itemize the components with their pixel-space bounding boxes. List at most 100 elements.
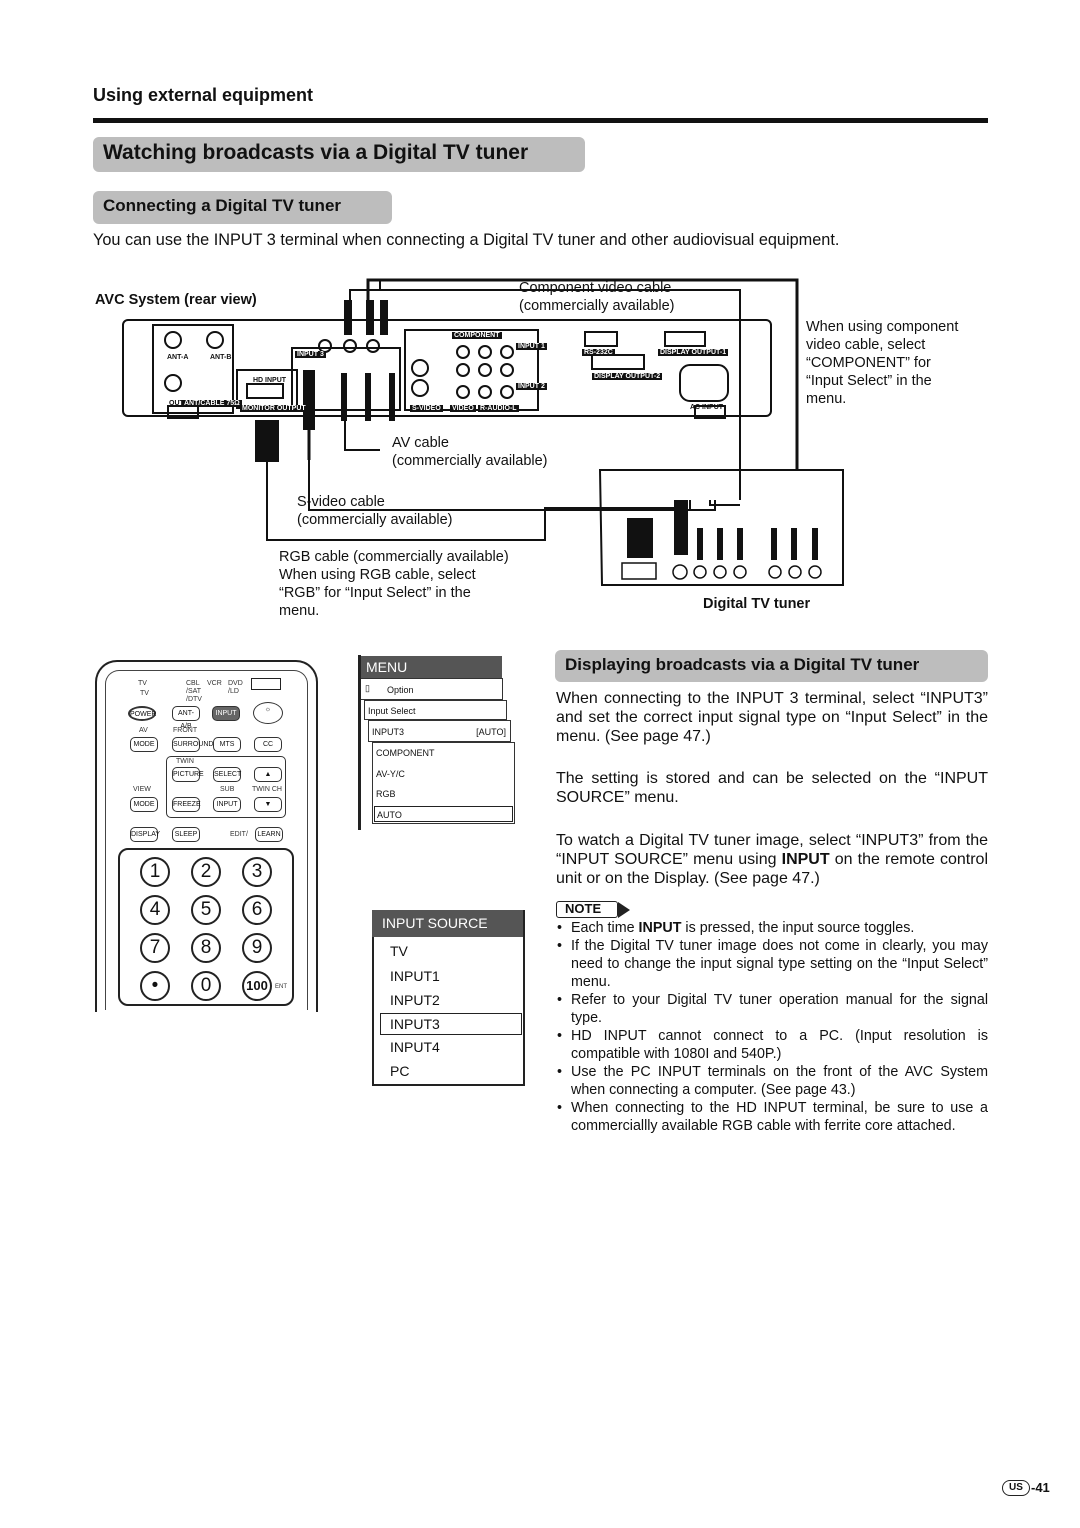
twinch-label: TWIN CH [252, 786, 282, 793]
twin-ch-up-button[interactable]: ▲ [254, 767, 282, 782]
picture-button[interactable]: PICTURE [172, 767, 204, 782]
input2-label: INPUT 2 [516, 383, 547, 390]
line: menu. [279, 603, 320, 619]
component-cable-label: Component video cable (commercially avail… [519, 279, 675, 315]
display-output2-label: DISPLAY OUTPUT-2 [592, 373, 663, 380]
digit-0[interactable]: 0 [191, 971, 221, 1001]
twin-ch-down-button[interactable]: ▼ [254, 797, 282, 812]
menu-input3[interactable]: INPUT3 [AUTO] [368, 720, 511, 742]
source-input3[interactable]: INPUT3 [380, 1012, 522, 1035]
line: “COMPONENT” for [806, 355, 931, 371]
source-tv[interactable]: TV [374, 939, 523, 964]
line: S-video cable [297, 494, 385, 510]
p3-bold: INPUT [781, 851, 830, 868]
page-title: Watching broadcasts via a Digital TV tun… [93, 137, 585, 172]
display-button[interactable]: DISPLAY [130, 827, 160, 842]
digit-4[interactable]: 4 [140, 895, 170, 925]
ant-cable-label: ANT/CABLE 75Ω [182, 400, 242, 407]
note-item: Each time INPUT is pressed, the input so… [555, 919, 988, 937]
digit-5[interactable]: 5 [191, 895, 221, 925]
menu-options-list: COMPONENT AV-Y/C RGB AUTO [372, 742, 515, 824]
ent-label: ENT [275, 984, 287, 990]
display-output1-label: DISPLAY OUTPUT-1 [658, 349, 729, 356]
sleep-button[interactable]: SLEEP [172, 827, 200, 842]
t: is pressed, the input source toggles. [681, 920, 915, 936]
tv-label: TV [140, 690, 149, 697]
dot-button[interactable]: • [140, 971, 170, 1001]
surround-button[interactable]: SURROUND [172, 737, 213, 752]
mode-slider[interactable] [251, 678, 281, 690]
digit-3[interactable]: 3 [242, 857, 272, 887]
input-button[interactable]: INPUT [212, 706, 240, 721]
source-input4[interactable]: INPUT4 [374, 1035, 523, 1060]
digit-8[interactable]: 8 [191, 933, 221, 963]
av-mode-button[interactable]: MODE [130, 737, 158, 752]
menu-title: MENU [361, 656, 502, 678]
note-item: HD INPUT cannot connect to a PC. (Input … [555, 1027, 988, 1063]
page-number: -41 [1031, 1480, 1050, 1495]
select-button[interactable]: SELECT [213, 767, 241, 782]
tuner-label: Digital TV tuner [703, 596, 811, 612]
line: video cable, select [806, 337, 926, 353]
learn-button[interactable]: LEARN [255, 827, 283, 842]
sub-label: SUB [220, 786, 235, 793]
display-p2: The setting is stored and can be selecte… [556, 770, 988, 806]
line: menu. [806, 391, 847, 407]
av-label: AV [139, 727, 148, 734]
sub-input-button[interactable]: INPUT [213, 797, 241, 812]
video-label: VIDEO [450, 405, 476, 412]
mode-tv: TV [138, 680, 147, 687]
t: Each time [571, 920, 639, 936]
mts-button[interactable]: MTS [213, 737, 241, 752]
option-av-yc[interactable]: AV-Y/C [376, 769, 405, 779]
ant-a-label: ANT-A [167, 354, 189, 361]
view-mode-button[interactable]: MODE [130, 797, 158, 812]
display-p1: When connecting to the INPUT 3 terminal,… [556, 690, 988, 745]
option-icon: ▯ [365, 683, 370, 693]
line: AV cable [392, 435, 449, 451]
option-rgb[interactable]: RGB [376, 789, 396, 799]
svideo-cable-label: S-video cable (commercially available) [297, 493, 453, 529]
note-badge: NOTE [556, 901, 618, 918]
line: When using RGB cable, select [279, 567, 476, 583]
line: (commercially available) [519, 298, 675, 314]
input-source-menu: INPUT SOURCE TV INPUT1 INPUT2 INPUT3 INP… [372, 910, 525, 1086]
note-item: When connecting to the HD INPUT terminal… [555, 1099, 988, 1135]
menu-input-select[interactable]: Input Select [364, 700, 507, 720]
note-item: Refer to your Digital TV tuner operation… [555, 991, 988, 1027]
option-label: Option [387, 685, 414, 695]
input1-label: INPUT 1 [516, 343, 547, 350]
rgb-note: RGB cable (commercially available) When u… [279, 548, 509, 620]
digit-2[interactable]: 2 [191, 857, 221, 887]
freeze-button[interactable]: FREEZE [172, 797, 201, 812]
twin-label: TWIN [176, 758, 194, 765]
connect-intro: You can use the INPUT 3 terminal when co… [93, 231, 840, 249]
note-arrow-icon [618, 902, 630, 918]
digit-7[interactable]: 7 [140, 933, 170, 963]
option-auto[interactable]: AUTO [374, 806, 513, 822]
menu-option[interactable]: ▯ Option [361, 678, 503, 700]
option-component[interactable]: COMPONENT [376, 748, 435, 758]
digit-6[interactable]: 6 [242, 895, 272, 925]
input-source-title: INPUT SOURCE [372, 910, 523, 937]
ant-button[interactable]: ANT-A/B [172, 706, 200, 730]
front-label: FRONT [173, 727, 198, 734]
digit-100[interactable]: 100 [242, 971, 272, 1001]
input3-value: [AUTO] [476, 727, 506, 737]
source-input1[interactable]: INPUT1 [374, 964, 523, 989]
svideo-label: S-VIDEO [410, 405, 443, 412]
light-button[interactable]: ☼ [253, 702, 283, 724]
line: (commercially available) [392, 453, 548, 469]
cc-button[interactable]: CC [254, 737, 282, 752]
divider [93, 118, 988, 123]
source-pc[interactable]: PC [374, 1059, 523, 1084]
source-input2[interactable]: INPUT2 [374, 988, 523, 1013]
mode-cbl: CBL /SAT /DTV [186, 680, 202, 703]
digit-9[interactable]: 9 [242, 933, 272, 963]
digit-1[interactable]: 1 [140, 857, 170, 887]
note-item: Use the PC INPUT terminals on the front … [555, 1063, 988, 1099]
input-select-label: Input Select [368, 706, 416, 716]
power-button[interactable]: POWER [128, 706, 156, 721]
region-badge: US [1002, 1480, 1030, 1496]
audio-label: R-AUDIO-L [478, 405, 519, 412]
